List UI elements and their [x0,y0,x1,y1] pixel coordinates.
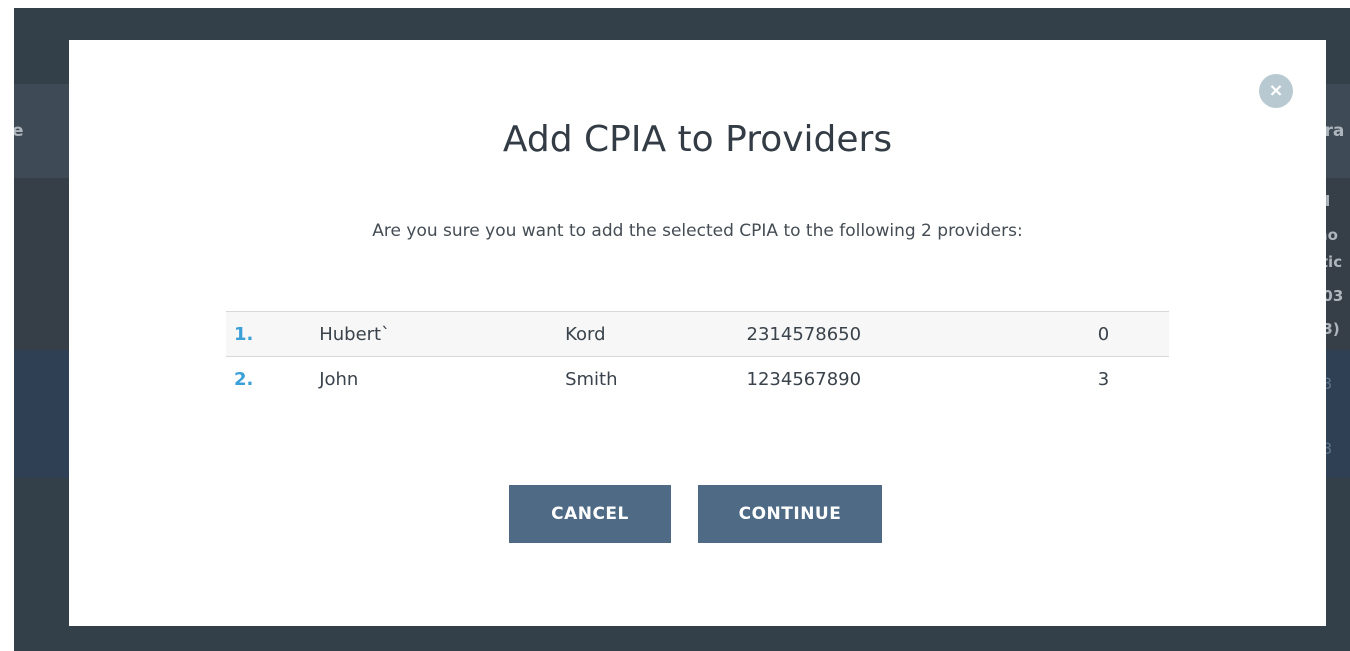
provider-last-name: Smith [565,368,618,390]
confirmation-message: Are you sure you want to add the selecte… [372,221,1023,241]
row-index: 2. [234,368,254,390]
table-row: 1. Hubert` Kord 2314578650 0 [226,311,1169,357]
provider-first-name: John [319,368,359,390]
provider-npi: 1234567890 [746,368,862,390]
provider-list: 1. Hubert` Kord 2314578650 0 2. John Smi… [226,311,1169,401]
continue-button[interactable]: CONTINUE [698,485,882,543]
row-index: 1. [234,323,254,345]
provider-npi: 2314578650 [746,323,862,345]
close-icon[interactable]: × [1259,74,1293,108]
app-window: e Pra D QI mo ctic 003 03) 03 03 × Add C… [14,8,1350,651]
dialog-title: Add CPIA to Providers [502,119,893,160]
add-cpia-dialog: × Add CPIA to Providers Are you sure you… [69,40,1326,626]
background-header-fragment: e [14,121,24,141]
provider-count: 0 [1097,323,1110,345]
provider-first-name: Hubert` [319,323,391,345]
table-row: 2. John Smith 1234567890 3 [226,356,1169,401]
provider-last-name: Kord [565,323,606,345]
cancel-button[interactable]: CANCEL [509,485,671,543]
provider-count: 3 [1097,368,1110,390]
